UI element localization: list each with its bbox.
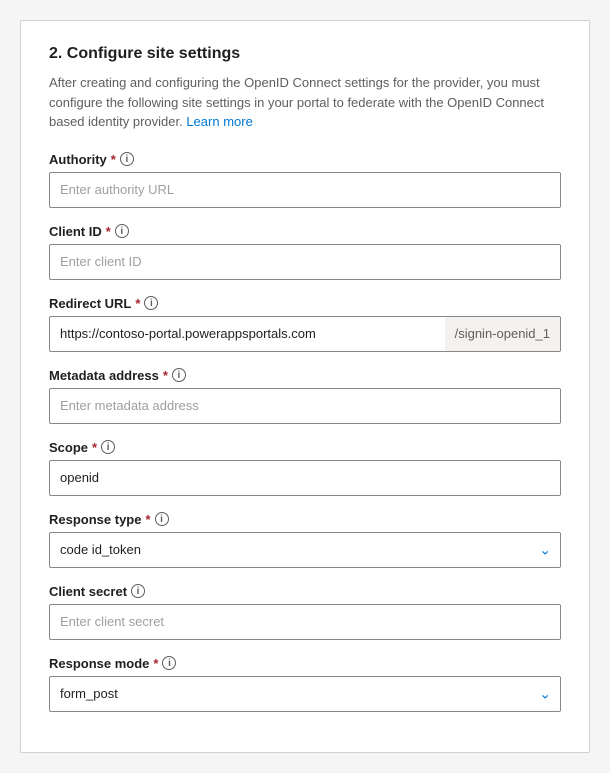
response-type-info-icon[interactable]: i	[155, 512, 169, 526]
scope-label: Scope * i	[49, 440, 561, 455]
authority-info-icon[interactable]: i	[120, 152, 134, 166]
metadata-address-label: Metadata address * i	[49, 368, 561, 383]
response-mode-select[interactable]: form_post query fragment	[49, 676, 561, 712]
authority-required: *	[111, 152, 116, 167]
redirect-url-field-group: Redirect URL * i /signin-openid_1	[49, 296, 561, 352]
authority-input[interactable]	[49, 172, 561, 208]
metadata-address-field-group: Metadata address * i	[49, 368, 561, 424]
scope-input[interactable]	[49, 460, 561, 496]
authority-field-group: Authority * i	[49, 152, 561, 208]
response-type-field-group: Response type * i code id_token code id_…	[49, 512, 561, 568]
configure-site-settings-card: 2. Configure site settings After creatin…	[20, 20, 590, 753]
response-mode-field-group: Response mode * i form_post query fragme…	[49, 656, 561, 712]
section-description: After creating and configuring the OpenI…	[49, 73, 561, 132]
response-mode-required: *	[153, 656, 158, 671]
description-text: After creating and configuring the OpenI…	[49, 75, 544, 129]
metadata-address-info-icon[interactable]: i	[172, 368, 186, 382]
client-secret-info-icon[interactable]: i	[131, 584, 145, 598]
response-mode-info-icon[interactable]: i	[162, 656, 176, 670]
response-mode-label: Response mode * i	[49, 656, 561, 671]
redirect-url-label: Redirect URL * i	[49, 296, 561, 311]
response-type-required: *	[145, 512, 150, 527]
redirect-url-input[interactable]	[49, 316, 445, 352]
section-title: 2. Configure site settings	[49, 45, 561, 63]
learn-more-link[interactable]: Learn more	[186, 114, 252, 129]
metadata-address-required: *	[163, 368, 168, 383]
client-id-label: Client ID * i	[49, 224, 561, 239]
client-id-required: *	[106, 224, 111, 239]
response-mode-select-container: form_post query fragment ⌄	[49, 676, 561, 712]
redirect-url-required: *	[135, 296, 140, 311]
redirect-url-info-icon[interactable]: i	[144, 296, 158, 310]
authority-label: Authority * i	[49, 152, 561, 167]
response-type-select-container: code id_token code id_token token ⌄	[49, 532, 561, 568]
response-type-select[interactable]: code id_token code id_token token	[49, 532, 561, 568]
client-secret-field-group: Client secret i	[49, 584, 561, 640]
scope-required: *	[92, 440, 97, 455]
redirect-url-row: /signin-openid_1	[49, 316, 561, 352]
client-id-field-group: Client ID * i	[49, 224, 561, 280]
client-secret-input[interactable]	[49, 604, 561, 640]
redirect-url-suffix: /signin-openid_1	[445, 316, 561, 352]
response-type-label: Response type * i	[49, 512, 561, 527]
scope-field-group: Scope * i	[49, 440, 561, 496]
scope-info-icon[interactable]: i	[101, 440, 115, 454]
client-id-info-icon[interactable]: i	[115, 224, 129, 238]
client-id-input[interactable]	[49, 244, 561, 280]
metadata-address-input[interactable]	[49, 388, 561, 424]
client-secret-label: Client secret i	[49, 584, 561, 599]
